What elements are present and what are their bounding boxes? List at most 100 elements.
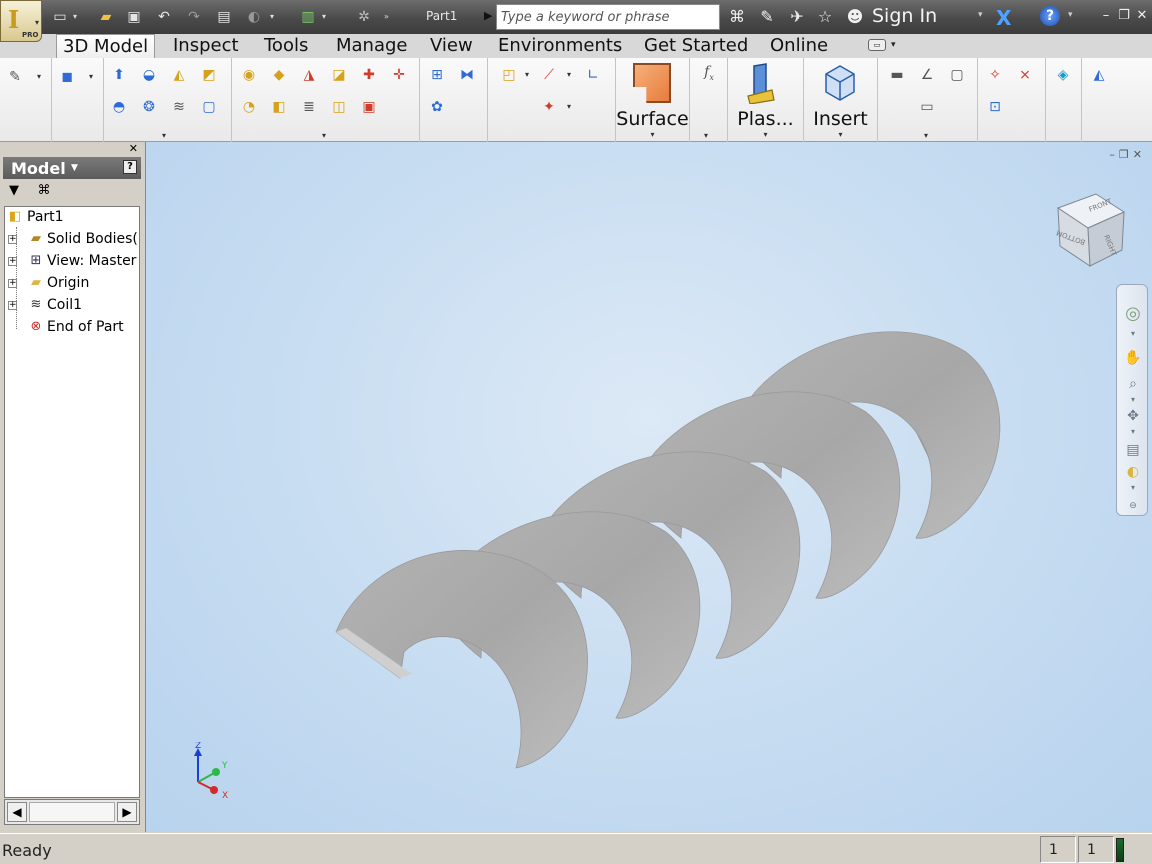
circular-pattern-icon[interactable]: ✿ <box>426 96 448 118</box>
start-2d-sketch-icon[interactable]: ✎ <box>4 66 26 88</box>
fusion-group-expand-icon[interactable]: ▾ <box>924 131 928 140</box>
region-icon[interactable]: ▢ <box>946 64 968 86</box>
convert-point-icon[interactable]: ⊡ <box>984 96 1006 118</box>
plane-dropdown-icon[interactable]: ▾ <box>522 64 532 86</box>
redo-icon[interactable]: ↷ <box>184 7 204 27</box>
box-primitive-icon[interactable]: ◼ <box>56 66 78 88</box>
mirror-icon[interactable]: ⧓ <box>456 64 478 86</box>
user-icon[interactable]: ☻ <box>844 6 866 28</box>
binoculars-icon[interactable]: ⌘ <box>726 6 748 28</box>
tab-tools[interactable]: Tools <box>258 34 314 58</box>
measure-icon[interactable]: ▬ <box>886 64 908 86</box>
scroll-right-icon[interactable]: ▶ <box>117 802 137 822</box>
ucs-icon[interactable]: ∟ <box>582 64 604 86</box>
find-binoculars-icon[interactable]: ⌘ <box>35 182 53 200</box>
browser-help-button[interactable]: ? <box>123 160 137 174</box>
loft-icon[interactable]: ◭ <box>168 64 190 86</box>
orbit-dropdown-icon[interactable]: ▾ <box>1124 423 1142 441</box>
favorites-star-icon[interactable]: ☆ <box>814 6 836 28</box>
viewport-window-controls[interactable]: –❐✕ <box>1109 148 1146 161</box>
work-point-icon[interactable]: ✦ <box>538 96 560 118</box>
parameters-fx-icon[interactable]: fx <box>698 64 720 86</box>
shell-icon[interactable]: ◔ <box>238 96 260 118</box>
new-dropdown-icon[interactable]: ▾ <box>73 7 77 27</box>
panel-visibility-dropdown-icon[interactable]: ▾ <box>891 40 896 50</box>
split-icon[interactable]: ◪ <box>328 64 350 86</box>
combine-icon[interactable]: ✚ <box>358 64 380 86</box>
return-icon[interactable]: ▥ <box>298 7 318 27</box>
thread-icon[interactable]: ≣ <box>298 96 320 118</box>
close-icon[interactable]: ✕ <box>1134 8 1150 24</box>
sign-in-dropdown-icon[interactable]: ▾ <box>978 10 983 20</box>
new-file-icon[interactable]: ▭ <box>50 7 70 27</box>
material-icon[interactable]: ✲ <box>354 7 374 27</box>
tab-online[interactable]: Online <box>764 34 834 58</box>
expand-icon[interactable]: + <box>8 279 17 288</box>
coil-tool-icon[interactable]: ≋ <box>168 96 190 118</box>
restore-icon[interactable]: ❐ <box>1116 8 1132 24</box>
fillet-icon[interactable]: ◆ <box>268 64 290 86</box>
angle-icon[interactable]: ∠ <box>916 64 938 86</box>
expand-icon[interactable]: + <box>8 235 17 244</box>
primitive-dropdown-icon[interactable]: ▾ <box>86 66 96 88</box>
navbar-options-icon[interactable]: ⊖ <box>1124 497 1142 515</box>
select-dropdown-icon[interactable]: ▾ <box>270 7 274 27</box>
filter-icon[interactable]: ▼ <box>5 182 23 200</box>
scrollbar-thumb[interactable] <box>29 802 115 822</box>
surface-dropdown-icon[interactable]: ▾ <box>616 130 689 139</box>
minimize-icon[interactable]: – <box>1098 8 1114 24</box>
save-icon[interactable]: ▣ <box>124 7 144 27</box>
emboss-icon[interactable]: ▢ <box>198 96 220 118</box>
horizontal-scrollbar[interactable]: ◀ ▶ <box>4 799 140 825</box>
bounding-icon[interactable]: ▭ <box>916 96 938 118</box>
browser-drag-bar[interactable]: ✕ <box>0 142 144 156</box>
move-face-icon[interactable]: ✛ <box>388 64 410 86</box>
plastic-part-dropdown-icon[interactable]: ▾ <box>728 130 803 139</box>
more-nav-dropdown-icon[interactable]: ▾ <box>1124 479 1142 497</box>
graphics-viewport[interactable]: –❐✕ FRONT RIGHT BOTTOM ◎ ▾ ✋ ⌕ ▾ ✥ ▾ ▤ ◐… <box>145 142 1152 832</box>
tab-environments[interactable]: Environments <box>492 34 628 58</box>
expand-icon[interactable]: + <box>8 257 17 266</box>
sketch-dropdown-icon[interactable]: ▾ <box>34 66 44 88</box>
intersect-icon[interactable]: ⨯ <box>1014 64 1036 86</box>
return-dropdown-icon[interactable]: ▾ <box>322 7 326 27</box>
create-group-expand-icon[interactable]: ▾ <box>162 131 166 140</box>
look-at-icon[interactable]: ▤ <box>1124 441 1142 459</box>
steering-wheel-icon[interactable]: ◎ <box>1124 305 1142 323</box>
axis-dropdown-icon[interactable]: ▾ <box>564 64 574 86</box>
draft-icon[interactable]: ◮ <box>298 64 320 86</box>
steering-wheel-dropdown-icon[interactable]: ▾ <box>1124 325 1142 343</box>
modify-group-expand-icon[interactable]: ▾ <box>322 131 326 140</box>
application-menu-button[interactable]: I PRO ▾ <box>0 0 42 42</box>
insert-dropdown-icon[interactable]: ▾ <box>804 130 877 139</box>
stress-analysis-icon[interactable]: ◈ <box>1052 64 1074 86</box>
point-dropdown-icon[interactable]: ▾ <box>564 96 574 118</box>
help-dropdown-icon[interactable]: ▾ <box>1068 10 1073 20</box>
sign-in-button[interactable]: Sign In <box>872 5 937 27</box>
rib-icon[interactable]: ◓ <box>108 96 130 118</box>
simulation-icon[interactable]: ◭ <box>1088 64 1110 86</box>
exchange-apps-icon[interactable]: X <box>996 6 1011 30</box>
plastic-part-button[interactable]: Plas... ▾ <box>728 58 804 142</box>
surface-button[interactable]: Surface ▾ <box>616 58 690 142</box>
panel-visibility-icon[interactable]: ▭ <box>868 39 886 51</box>
open-folder-icon[interactable]: ▰ <box>96 7 116 27</box>
revolve-icon[interactable]: ◒ <box>138 64 160 86</box>
close-icon[interactable]: ✕ <box>129 142 138 155</box>
pan-hand-icon[interactable]: ✋ <box>1124 349 1142 367</box>
tab-manage[interactable]: Manage <box>330 34 414 58</box>
chamfer-icon[interactable]: ◧ <box>268 96 290 118</box>
sweep-icon[interactable]: ◩ <box>198 64 220 86</box>
thicken-icon[interactable]: ◫ <box>328 96 350 118</box>
help-button[interactable]: ? <box>1040 6 1060 26</box>
more-tools-icon[interactable]: » <box>384 7 389 27</box>
expand-icon[interactable]: + <box>8 301 17 310</box>
parameters-expand-icon[interactable]: ▾ <box>704 131 708 140</box>
work-axis-icon[interactable]: ⟋ <box>538 64 560 86</box>
coil-model[interactable] <box>326 312 1006 782</box>
delete-face-icon[interactable]: ▣ <box>358 96 380 118</box>
tab-3d-model[interactable]: 3D Model <box>56 34 156 58</box>
derive-icon[interactable]: ❂ <box>138 96 160 118</box>
tab-inspect[interactable]: Inspect <box>167 34 245 58</box>
browser-header[interactable]: Model ▼ ? <box>3 157 141 179</box>
